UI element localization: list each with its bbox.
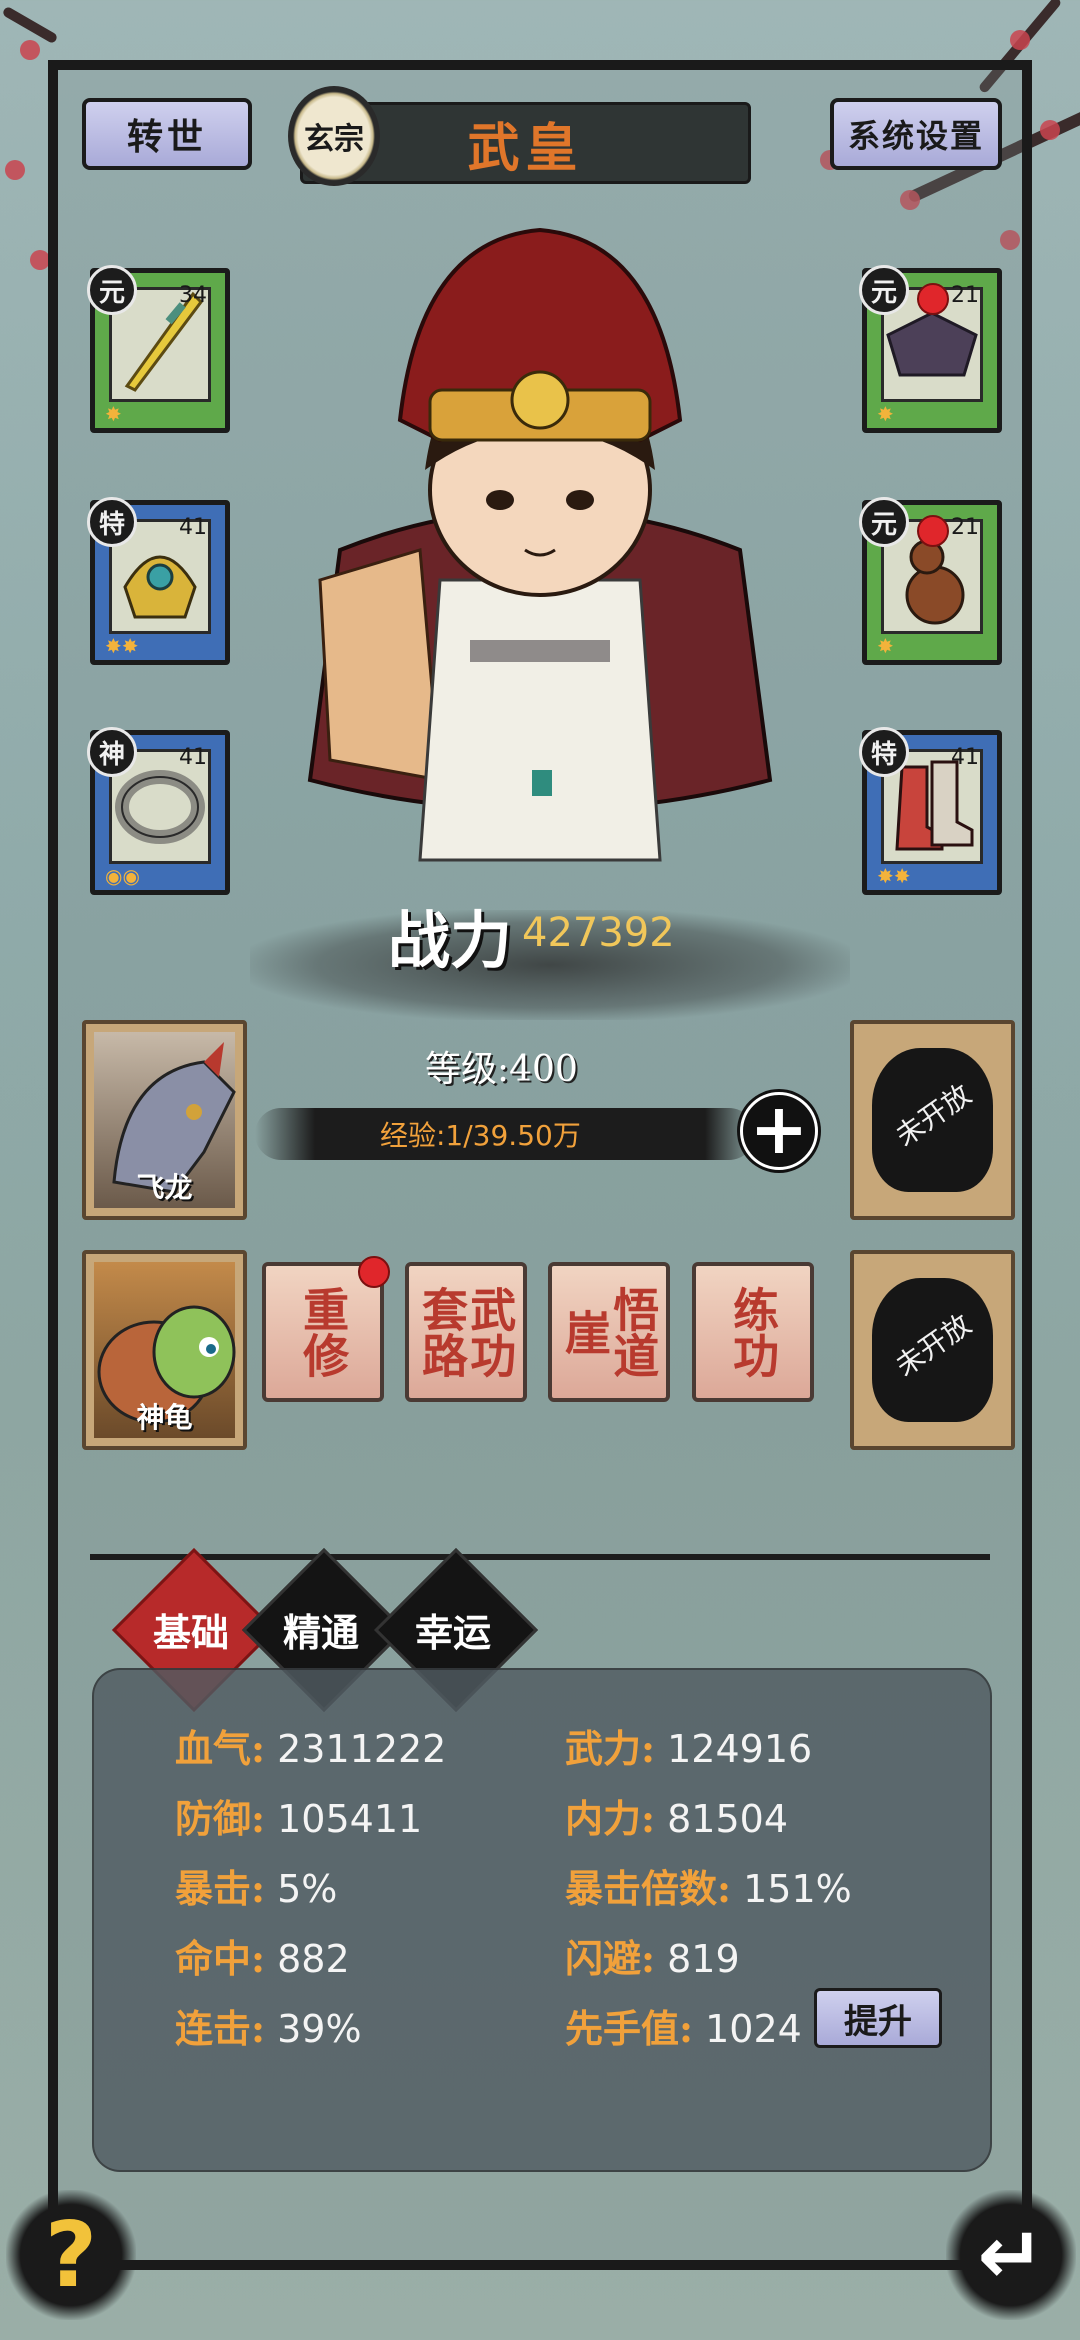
pet-slot-dragon[interactable]: 飞龙 [82,1020,247,1220]
equip-level: 41 [179,745,207,770]
rebirth-button[interactable]: 转世 [82,98,252,170]
grade-badge: 元 [859,497,909,547]
star-icon: ✸ [105,402,122,426]
equip-slot-helmet[interactable]: 特 41 ✸✸ [87,497,230,665]
grade-badge: 特 [859,727,909,777]
equip-slot-armor[interactable]: 元 21 ✸ [859,265,1002,433]
pet-name: 飞龙 [136,1171,193,1204]
locked-slot[interactable]: 未开放 [850,1250,1015,1450]
exp-text: 经验:1/39.50万 [380,1119,581,1152]
equip-level: 41 [951,745,979,770]
stat-dodge: 闪避: 819 [565,1936,740,1981]
section-divider [90,1554,990,1560]
tab-luck-label: 幸运 [414,1610,491,1655]
equip-level: 41 [179,515,207,540]
star-icon: ✸✸ [877,864,911,888]
stat-inner-power: 内力: 81504 [565,1796,789,1841]
stat-crit: 暴击: 5% [175,1866,338,1911]
tab-basic-label: 基础 [152,1610,229,1655]
stat-combo: 连击: 39% [175,2006,362,2051]
equip-slot-weapon[interactable]: 元 34 ✸ [87,265,230,433]
locked-slot[interactable]: 未开放 [850,1020,1015,1220]
sect-badge: 玄宗 [288,86,380,186]
ring-icon [115,769,205,844]
pet-name: 神龟 [136,1401,193,1434]
question-icon: ? [44,2202,98,2308]
add-exp-button[interactable]: + [740,1092,818,1170]
stat-hp: 血气: 2311222 [175,1726,447,1771]
stat-attack: 武力: 124916 [565,1726,813,1771]
level-value: 400 [509,1049,578,1090]
back-button[interactable]: ↵ [946,2190,1076,2320]
equip-level: 34 [179,283,207,308]
equip-slot-ring[interactable]: 神 41 ◉◉ [87,727,230,895]
notification-dot [917,283,949,315]
equip-slot-boots[interactable]: 特 41 ✸✸ [859,727,1002,895]
equip-level: 21 [951,283,979,308]
tab-mastery-label: 精通 [282,1610,359,1655]
help-button[interactable]: ? [6,2190,136,2320]
practice-button[interactable]: 练功 [692,1262,814,1402]
martial-routines-button[interactable]: 武功套路 [405,1262,527,1402]
grade-badge: 元 [87,265,137,315]
star-icon: ◉◉ [105,864,140,888]
stat-hit: 命中: 882 [175,1936,350,1981]
return-arrow-icon: ↵ [977,2208,1045,2302]
system-settings-button[interactable]: 系统设置 [830,98,1002,170]
equip-level: 21 [951,515,979,540]
power-label: 战力 [388,904,513,977]
notification-dot [358,1256,390,1288]
grade-badge: 特 [87,497,137,547]
upgrade-button[interactable]: 提升 [814,1988,942,2048]
power-value: 427392 [522,910,675,956]
grade-badge: 元 [859,265,909,315]
level-label: 等级: [425,1049,510,1090]
enlightenment-cliff-button[interactable]: 悟道崖 [548,1262,670,1402]
star-icon: ✸ [877,402,894,426]
armor-icon [886,310,978,376]
grade-badge: 神 [87,727,137,777]
hero-character [307,227,773,862]
pet-slot-turtle[interactable]: 神龟 [82,1250,247,1450]
equip-slot-gourd[interactable]: 元 21 ✸ [859,497,1002,665]
star-icon: ✸ [877,634,894,658]
boots-icon [895,760,974,850]
star-icon: ✸✸ [105,634,139,658]
level-display: 等级:400 [425,1040,578,1092]
stat-crit-multiplier: 暴击倍数: 151% [565,1866,852,1911]
stat-initiative: 先手值: 1024 [565,2006,802,2051]
stat-defense: 防御: 105411 [175,1796,423,1841]
helmet-icon [123,555,197,618]
notification-dot [917,515,949,547]
